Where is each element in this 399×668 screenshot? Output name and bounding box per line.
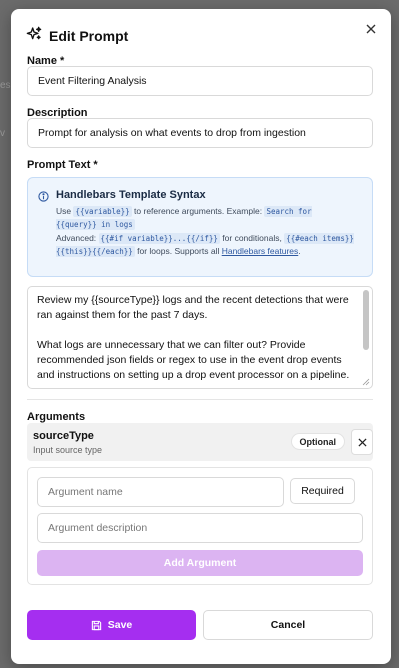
divider (27, 399, 373, 400)
close-icon (357, 437, 367, 447)
argument-name: sourceType (33, 430, 94, 442)
prompt-text-area[interactable]: Review my {{sourceType}} logs and the re… (27, 286, 373, 389)
save-button[interactable]: Save (27, 610, 196, 640)
code-variable: {{variable}} (73, 206, 132, 217)
remove-argument-button[interactable] (351, 429, 373, 455)
cancel-button[interactable]: Cancel (203, 610, 373, 640)
argument-name-input[interactable]: Argument name (37, 477, 284, 507)
argument-description-input[interactable]: Argument description (37, 513, 363, 543)
help-title: Handlebars Template Syntax (56, 189, 206, 201)
background-fragment: es (0, 80, 11, 91)
sparkles-icon (26, 26, 42, 45)
description-value: Prompt for analysis on what events to dr… (38, 127, 306, 139)
required-toggle[interactable]: Required (290, 478, 355, 504)
description-field[interactable]: Prompt for analysis on what events to dr… (27, 118, 373, 148)
save-label: Save (107, 619, 133, 631)
handlebars-features-link[interactable]: Handlebars features (222, 246, 299, 256)
edit-prompt-dialog: Edit Prompt Name * Event Filtering Analy… (11, 9, 391, 664)
background-fragment: v (0, 128, 5, 139)
handlebars-help-box: Handlebars Template Syntax Use {{variabl… (27, 177, 373, 277)
prompt-text-value: Review my {{sourceType}} logs and the re… (37, 294, 350, 381)
prompt-text-label: Prompt Text * (27, 159, 98, 171)
code-if: {{#if variable}}...{{/if}} (98, 233, 220, 244)
arguments-label: Arguments (27, 411, 86, 423)
new-argument-form: Argument name Required Argument descript… (27, 467, 373, 585)
name-field[interactable]: Event Filtering Analysis (27, 66, 373, 96)
close-button[interactable] (363, 21, 379, 37)
save-icon (91, 620, 101, 630)
scrollbar-thumb[interactable] (363, 290, 369, 350)
name-value: Event Filtering Analysis (38, 75, 147, 87)
resize-grip-icon[interactable] (362, 378, 370, 386)
close-icon (366, 24, 376, 34)
argument-description: Input source type (33, 445, 103, 455)
help-advanced-usage: Advanced: {{#if variable}}...{{/if}} for… (56, 233, 354, 257)
dialog-header: Edit Prompt (26, 26, 128, 45)
dialog-title: Edit Prompt (49, 27, 129, 44)
info-icon (38, 189, 49, 207)
optional-badge: Optional (290, 433, 345, 450)
argument-item: sourceType Input source type Optional (27, 423, 373, 461)
help-basic-usage: Use {{variable}} to reference arguments.… (56, 206, 312, 230)
add-argument-button[interactable]: Add Argument (37, 550, 363, 576)
